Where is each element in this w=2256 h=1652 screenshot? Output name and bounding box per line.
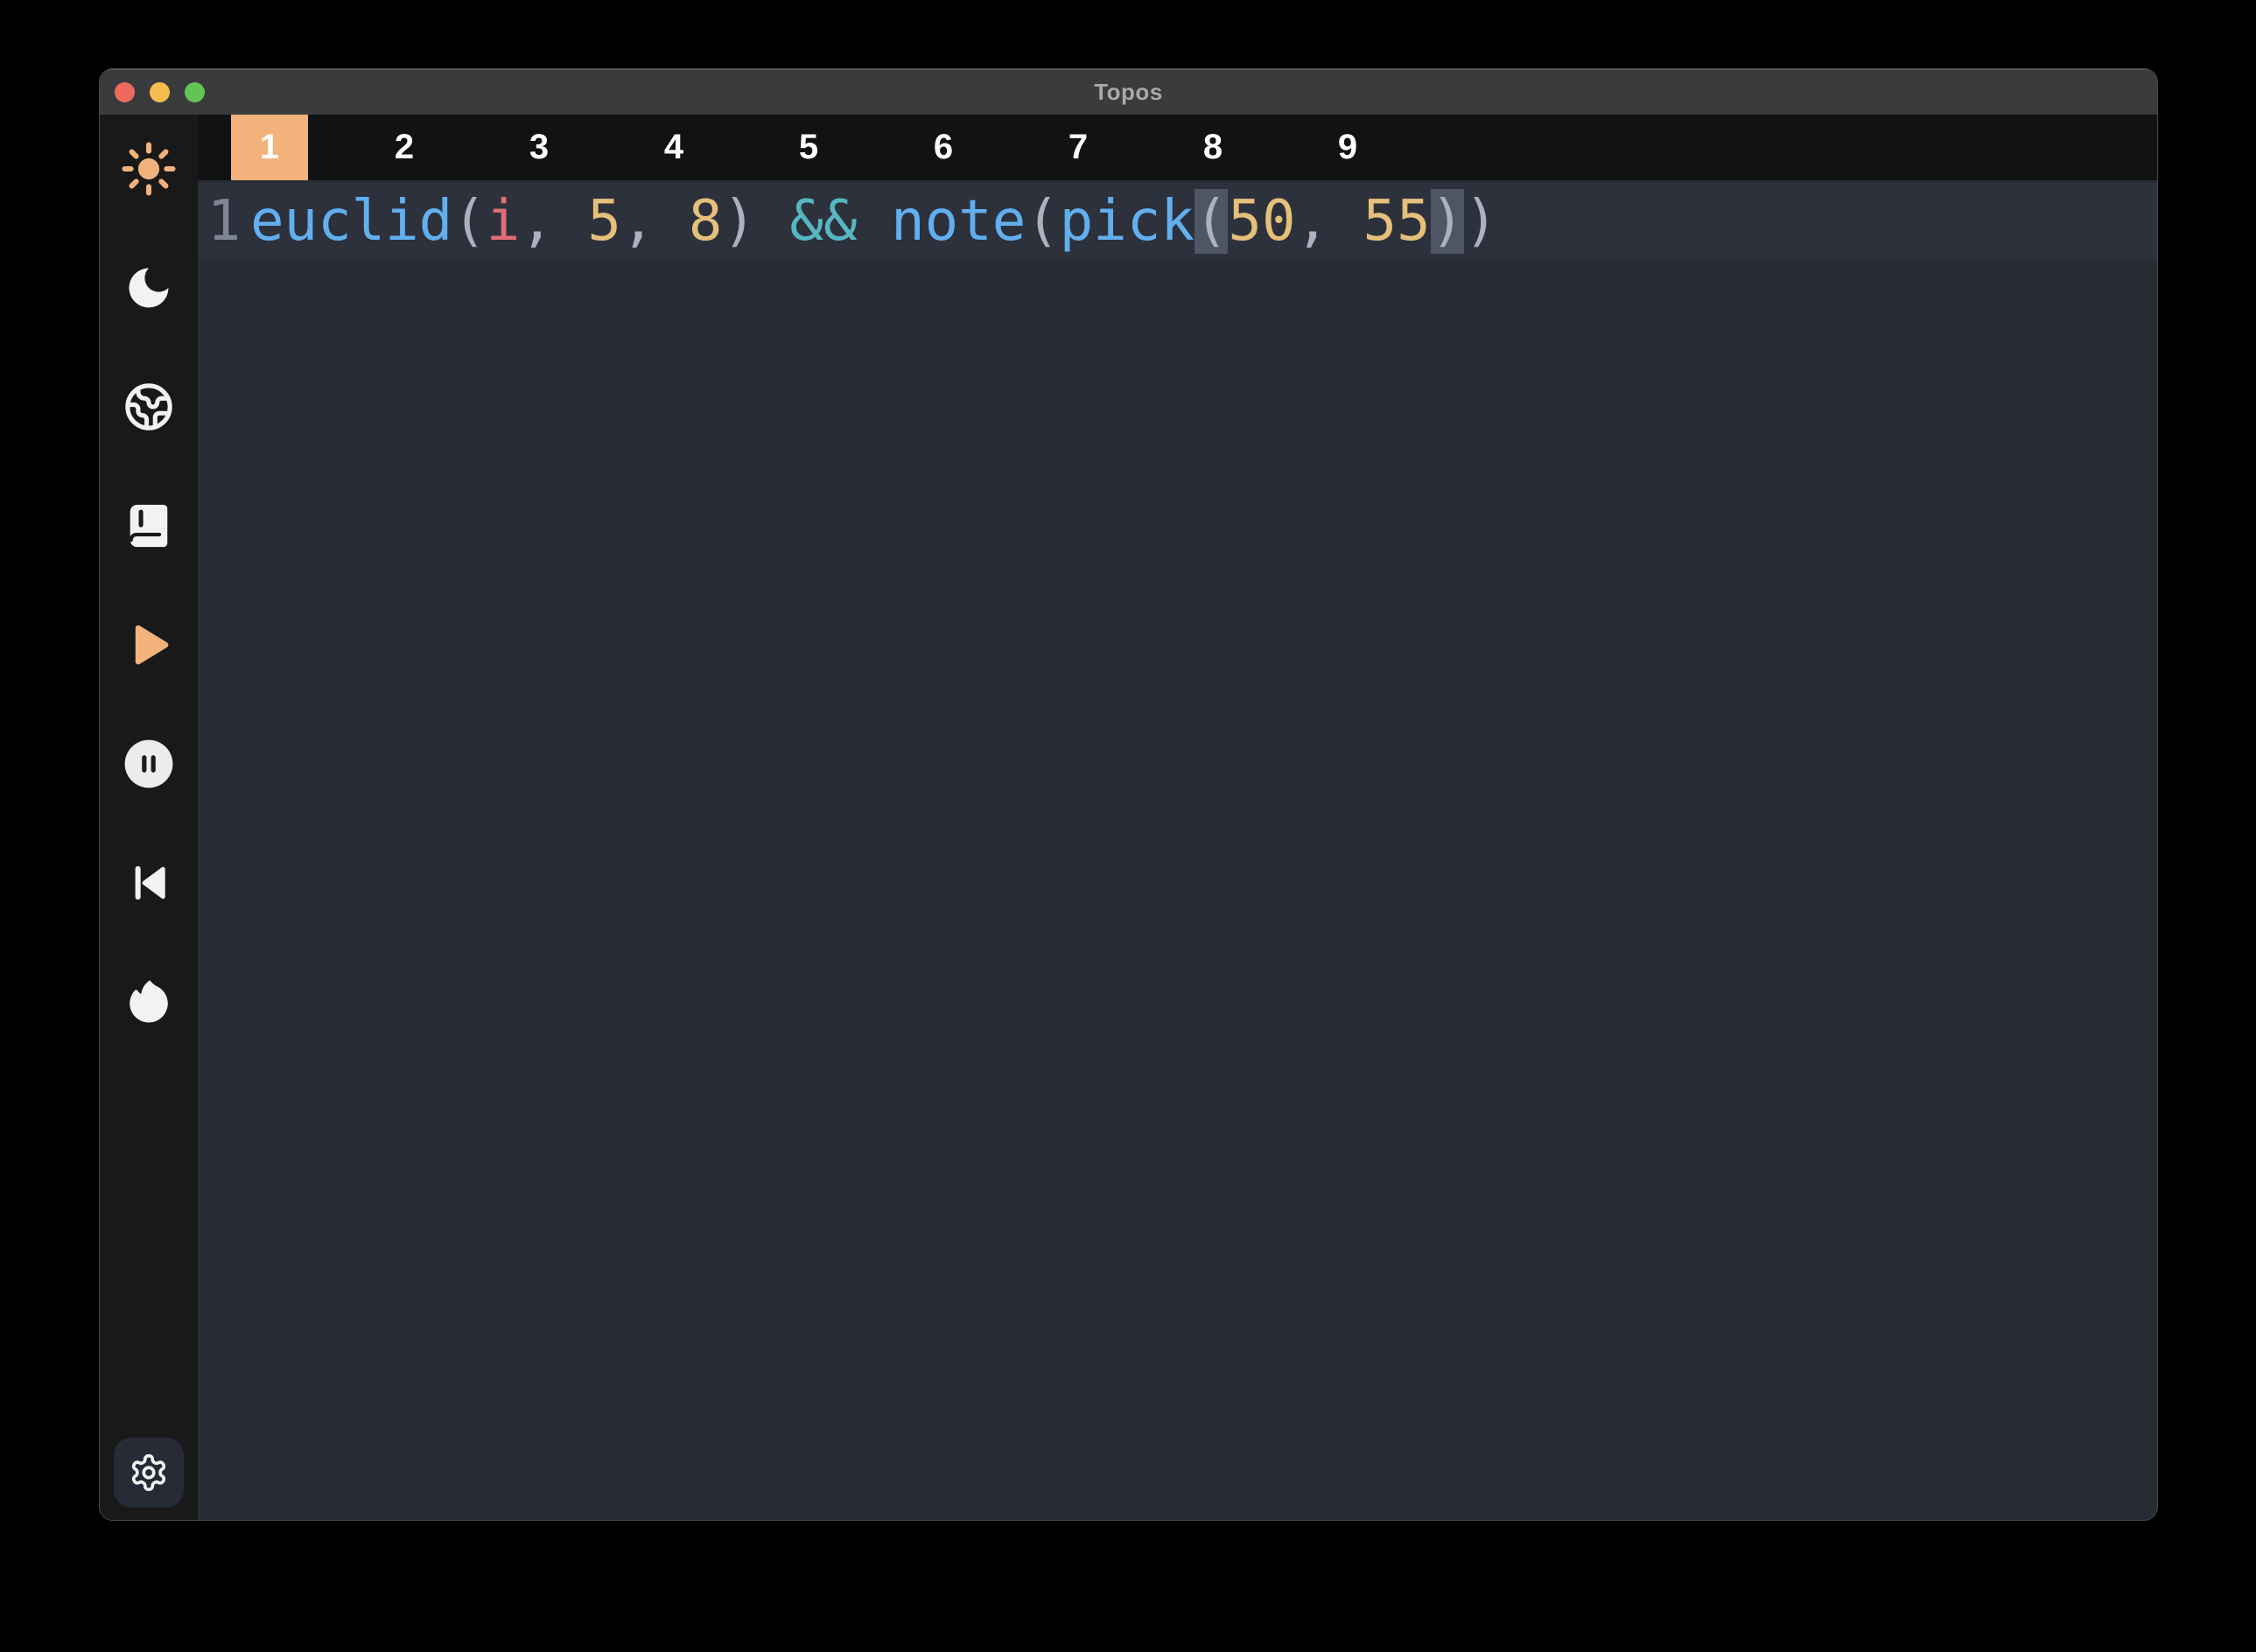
code-token	[858, 189, 892, 254]
code-token: 8	[689, 189, 723, 254]
code-editor[interactable]: 1euclid(i, 5, 8) && note(pick(50, 55))	[198, 180, 2157, 1520]
flame-icon	[123, 976, 174, 1027]
pause-circle-icon	[122, 737, 176, 791]
tab-1[interactable]: 1	[231, 115, 308, 180]
code-token: ,	[621, 189, 689, 254]
code-token: ,	[520, 189, 587, 254]
code-token: ,	[1295, 189, 1363, 254]
skip-back-icon	[124, 858, 173, 907]
play-icon	[121, 617, 177, 673]
settings-button[interactable]	[114, 1438, 184, 1508]
globe-button[interactable]	[119, 379, 179, 435]
tab-3[interactable]: 3	[501, 115, 578, 180]
title-bar[interactable]: Topos	[100, 69, 2157, 115]
moon-icon	[123, 262, 175, 314]
code-token: pick	[1060, 189, 1195, 254]
gear-icon	[129, 1452, 169, 1493]
play-button[interactable]	[119, 617, 179, 673]
tab-6[interactable]: 6	[905, 115, 982, 180]
theme-light-button[interactable]	[119, 141, 179, 197]
tab-4[interactable]: 4	[635, 115, 712, 180]
code-token: 50	[1228, 189, 1295, 254]
code-token: i	[487, 189, 521, 254]
code-line-content: euclid(i, 5, 8) && note(pick(50, 55))	[250, 183, 2157, 260]
code-token: &&	[790, 189, 858, 254]
sidebar	[100, 115, 198, 1520]
sun-icon	[120, 140, 178, 198]
editor-lines: 1euclid(i, 5, 8) && note(pick(50, 55))	[198, 183, 2157, 260]
tab-9[interactable]: 9	[1309, 115, 1386, 180]
tab-5[interactable]: 5	[770, 115, 847, 180]
tab-bar: 123456789	[198, 115, 2157, 180]
code-token: 55	[1363, 189, 1431, 254]
code-token: 5	[587, 189, 621, 254]
code-line[interactable]: 1euclid(i, 5, 8) && note(pick(50, 55))	[198, 183, 2157, 260]
code-token: euclid	[250, 189, 452, 254]
code-token: )	[722, 189, 756, 254]
tab-7[interactable]: 7	[1040, 115, 1117, 180]
theme-dark-button[interactable]	[119, 260, 179, 316]
docs-button[interactable]	[119, 498, 179, 554]
pause-button[interactable]	[119, 736, 179, 792]
main-content: 123456789 1euclid(i, 5, 8) && note(pick(…	[198, 115, 2157, 1520]
code-token: )	[1464, 189, 1498, 254]
code-token: )	[1431, 189, 1465, 254]
book-icon	[123, 500, 174, 551]
app-window: Topos	[99, 68, 2158, 1521]
tab-2[interactable]: 2	[366, 115, 443, 180]
line-number: 1	[198, 183, 250, 260]
globe-icon	[123, 382, 174, 432]
tab-8[interactable]: 8	[1174, 115, 1251, 180]
rewind-button[interactable]	[119, 855, 179, 911]
code-token: (	[1026, 189, 1060, 254]
flame-button[interactable]	[119, 974, 179, 1030]
code-token: note	[891, 189, 1026, 254]
code-token: (	[1195, 189, 1229, 254]
code-token	[756, 189, 790, 254]
window-title: Topos	[100, 79, 2157, 106]
code-token: (	[452, 189, 487, 254]
